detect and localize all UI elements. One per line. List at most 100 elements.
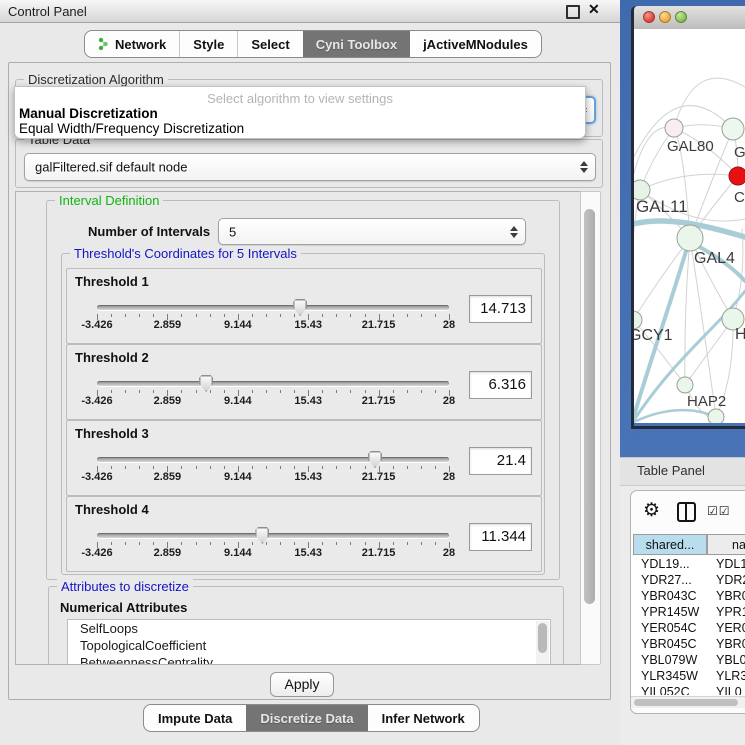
main-scrollbar-thumb[interactable] [584,209,595,604]
minimize-traffic-light-icon[interactable] [659,11,671,23]
algorithm-option-manual[interactable]: Manual Discretization [18,106,582,121]
tick-mark [153,466,154,469]
network-canvas[interactable]: GAL80GCGAL11GAL4GCY1HHAP2 [634,29,745,423]
close-traffic-light-icon[interactable] [643,11,655,23]
main-scrollbar[interactable] [580,191,601,665]
tab-label: jActiveMNodules [423,37,528,52]
list-scrollbar[interactable] [536,621,549,665]
table-row[interactable]: YDL19...YDL1 [631,556,745,572]
num-intervals-select[interactable]: 5 [218,218,526,245]
table-row[interactable]: YDR27...YDR2 [631,572,745,588]
network-node[interactable] [708,409,724,423]
network-node[interactable] [729,167,745,185]
tick-mark [252,314,253,317]
tab-impute-data[interactable]: Impute Data [144,705,246,731]
tab-discretize-data[interactable]: Discretize Data [246,705,367,731]
table-cell: YPR145W [641,604,699,620]
table-data-select[interactable]: galFiltered.sif default node [24,153,596,181]
tab-cyni-toolbox[interactable]: Cyni Toolbox [303,31,410,57]
slider-thumb[interactable] [255,527,269,544]
attribute-item[interactable]: BetweennessCentrality [68,654,550,665]
network-node[interactable] [665,119,683,137]
axis-label: 28 [443,319,455,331]
slider-track[interactable] [97,381,449,386]
table-row[interactable]: YPR145WYPR1 [631,604,745,620]
tick-mark [421,466,422,469]
slider-track[interactable] [97,305,449,310]
threshold-value-field[interactable]: 11.344 [469,523,532,551]
attribute-item[interactable]: TopologicalCoefficient [68,637,550,654]
close-icon[interactable]: ✕ [588,1,600,18]
network-node[interactable] [677,225,703,251]
slider-thumb[interactable] [293,299,307,316]
slider-track[interactable] [97,457,449,462]
node-label: C [734,189,745,206]
tick-mark [294,314,295,317]
table-row[interactable]: YLR345WYLR3 [631,668,745,684]
table-row[interactable]: YBR045C YBR0 [631,636,745,652]
numerical-attributes-list[interactable]: SelfLoopsTopologicalCoefficientBetweenne… [67,619,551,665]
network-node[interactable] [677,377,693,393]
tab-select[interactable]: Select [237,31,302,57]
network-node[interactable] [722,118,744,140]
threshold-value-field[interactable]: 14.713 [469,295,532,323]
tick-mark [393,466,394,469]
select-columns-checkboxes-icon[interactable]: ☑☑ [707,504,731,518]
table-body: YDL19...YDL1YDR27...YDR2YBR043CYBR0YPR14… [631,556,745,695]
threshold-box-3: Threshold 3-3.4262.8599.14415.4321.71528… [66,420,542,496]
tab-network[interactable]: Network [85,31,179,57]
slider-thumb[interactable] [368,451,382,468]
zoom-traffic-light-icon[interactable] [675,11,687,23]
column-header-1[interactable]: shared... [633,534,707,555]
float-window-icon[interactable] [566,5,580,19]
table-hscrollbar[interactable] [631,696,745,708]
apply-button[interactable]: Apply [270,672,334,697]
attribute-item[interactable]: SelfLoops [68,620,550,637]
gear-icon[interactable]: ⚙ [643,499,660,522]
axis-label: 9.144 [224,319,252,331]
tick-mark [350,466,351,469]
column-header-2[interactable]: na [707,534,745,555]
tick-mark [224,314,225,317]
tab-label: Impute Data [158,711,232,726]
algorithm-option-equal-width[interactable]: Equal Width/Frequency Discretization [18,121,582,136]
threshold-value-field[interactable]: 21.4 [469,447,532,475]
table-row[interactable]: YBL079WYBL0 [631,652,745,668]
table-cell: YBR045C [641,636,697,652]
tick-mark [322,542,323,545]
tick-mark [111,390,112,393]
threshold-value-field[interactable]: 6.316 [469,371,532,399]
tick-mark [181,542,182,545]
slider-track[interactable] [97,533,449,538]
table-hscrollbar-thumb[interactable] [634,699,738,706]
tick-mark [210,542,211,545]
tick-mark [266,390,267,393]
list-scrollbar-thumb[interactable] [538,623,547,653]
table-row[interactable]: YBR043CYBR0 [631,588,745,604]
slider-thumb[interactable] [199,375,213,392]
control-panel-titlebar: Control Panel ✕ [0,0,620,23]
node-label: G [734,144,745,161]
app-root: Control Panel ✕ NetworkStyleSelectCyni T… [0,0,745,745]
table-cell: YBR0 [716,636,745,652]
tick-mark [350,542,351,545]
tick-mark [336,314,337,317]
tab-style[interactable]: Style [179,31,237,57]
columns-icon[interactable] [677,502,696,522]
table-row[interactable]: YER054CYER0 [631,620,745,636]
group-title: Threshold's Coordinates for 5 Intervals [70,246,301,261]
table-cell: YER054C [641,620,697,636]
node-label: HAP2 [687,393,726,410]
tab-infer-network[interactable]: Infer Network [368,705,479,731]
tick-mark [365,390,366,393]
tab-jactivemnodules[interactable]: jActiveMNodules [410,31,541,57]
tick-mark [111,466,112,469]
tick-mark [125,314,126,317]
network-window-titlebar[interactable] [634,6,745,30]
tick-mark [196,390,197,393]
table-row[interactable]: YIL052CYIL0 [631,684,745,695]
tick-mark [210,466,211,469]
tab-label: Infer Network [382,711,465,726]
table-cell: YDR27... [641,572,692,588]
tick-mark [196,314,197,317]
